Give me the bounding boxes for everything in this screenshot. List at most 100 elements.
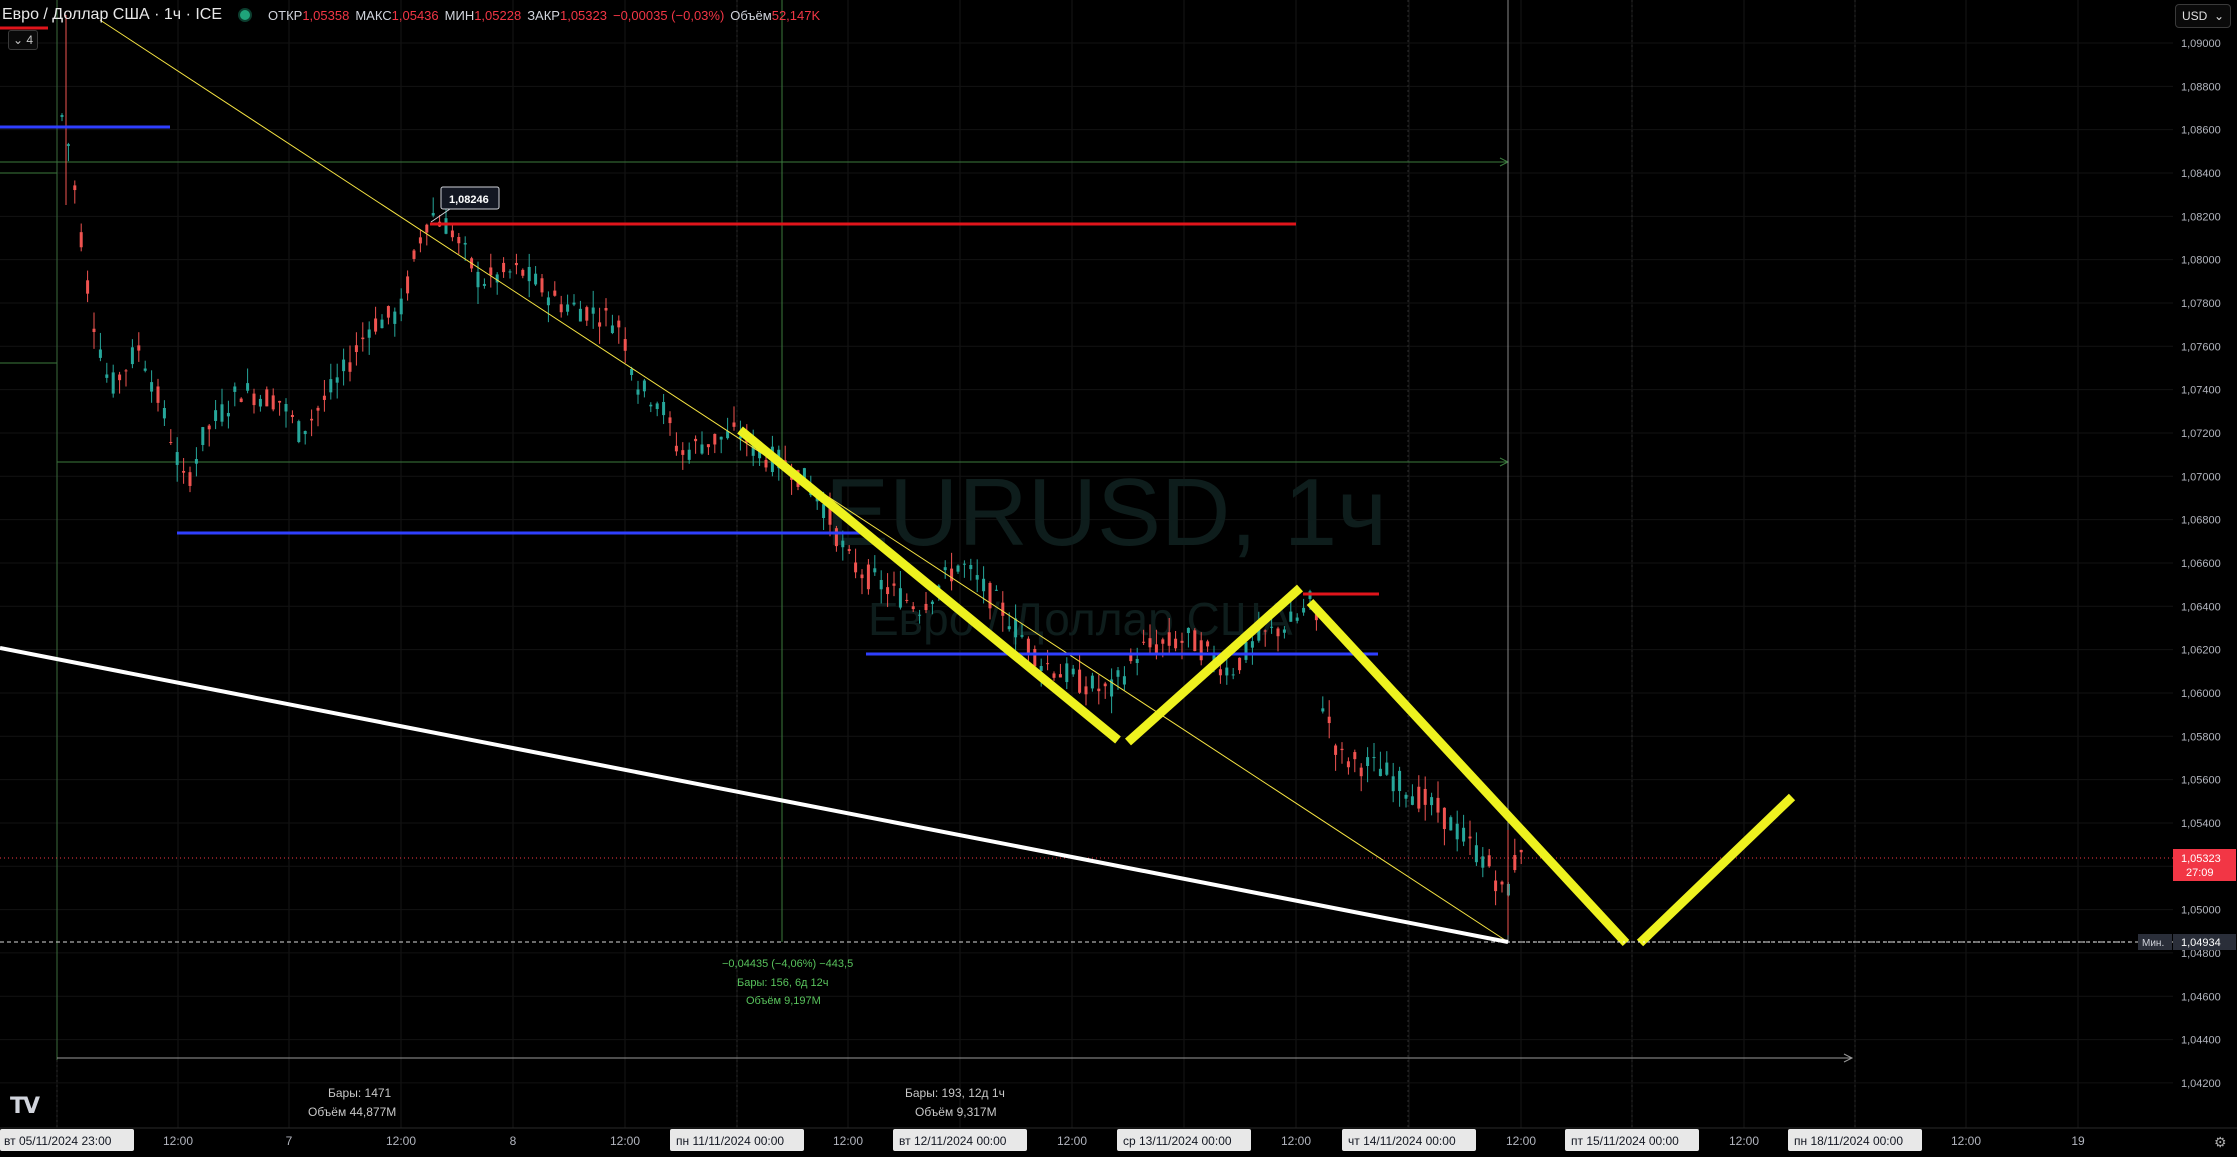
candle-body (1206, 641, 1210, 647)
price-axis[interactable]: 1,09000 1,08800 1,08600 1,08400 1,08200 1,080… (2138, 0, 2237, 1128)
range1-bars: Бары: 1471 (328, 1086, 392, 1100)
measure-change: −0,04435 (−4,06%) −443,5 (722, 958, 853, 970)
price-axis-label: 1,07400 (2181, 385, 2221, 397)
candle-body (834, 528, 838, 547)
close-label: ЗАКР (527, 7, 560, 23)
candle-body (553, 290, 557, 296)
candle-body (150, 382, 154, 392)
candle-body (617, 320, 621, 328)
candle-body (1481, 856, 1485, 868)
candle-body (418, 237, 422, 244)
candle-body (342, 359, 346, 372)
candle-body (1340, 748, 1344, 751)
candle-body (258, 398, 262, 407)
open-label: ОТКР (268, 7, 303, 23)
candle-body (175, 452, 179, 465)
time-axis-label: 12:00 (1057, 1134, 1087, 1148)
candle-body (1346, 761, 1350, 768)
candle-body (156, 386, 160, 403)
candle-body (489, 267, 493, 276)
candle-body (303, 431, 307, 435)
candle-body (79, 232, 83, 248)
candle-body (879, 579, 883, 590)
candle-body (700, 444, 704, 454)
candle-body (1199, 640, 1203, 661)
candle-body (169, 441, 173, 443)
candle-body (406, 276, 410, 294)
low-label: МИН (444, 7, 475, 23)
candle-body (1225, 667, 1229, 676)
candle-body (271, 395, 275, 410)
candle-body (1462, 827, 1466, 842)
candle-body (662, 401, 666, 416)
candle-body (943, 567, 947, 571)
candle-body (278, 400, 282, 403)
candle-body (329, 379, 333, 393)
candle-body (898, 588, 902, 608)
price-axis-label: 1,08600 (2181, 125, 2221, 137)
time-axis-label: 12:00 (610, 1134, 640, 1148)
time-axis[interactable]: вт 05/11/2024 23:00 12:00 7 12:00 8 12:00 пн 1… (0, 1127, 2237, 1157)
candle-body (1020, 635, 1024, 637)
candle-body (1052, 673, 1056, 678)
price-chart[interactable]: EURUSD, 1ч Евро / Доллар США 1,08246 −0,… (0, 0, 2237, 1157)
candle-body (546, 297, 550, 306)
symbol-legend: Евро / Доллар США · 1ч · ICE ОТКР 1,05358… (0, 6, 820, 24)
candle-body (969, 564, 973, 570)
candle-body (1167, 632, 1171, 646)
candle-body (1500, 881, 1504, 885)
candle-body (1174, 638, 1178, 649)
candle-body (578, 308, 582, 322)
candle-body (399, 298, 403, 315)
candle-body (988, 583, 992, 609)
candle-body (604, 308, 608, 311)
indicators-toggle-button[interactable]: ⌄ 4 (8, 30, 38, 50)
candle-body (956, 565, 960, 572)
candle-body (1398, 770, 1402, 792)
candle-body (994, 589, 998, 591)
candle-body (246, 383, 250, 391)
currency-selector[interactable]: USD ⌄ (2175, 4, 2231, 28)
candle-body (706, 444, 710, 448)
market-status-icon[interactable] (238, 8, 253, 22)
time-axis-label: чт 14/11/2024 00:00 (1348, 1134, 1456, 1148)
candle-body (1161, 639, 1165, 644)
time-axis-label: 12:00 (163, 1134, 193, 1148)
candle-body (1359, 767, 1363, 777)
candle-body (508, 271, 512, 273)
time-axis-label: пт 15/11/2024 00:00 (1571, 1134, 1679, 1148)
candle-body (1302, 607, 1306, 613)
candle-body (444, 218, 448, 234)
candle-body (918, 614, 922, 616)
price-axis-label: 1,06600 (2181, 558, 2221, 570)
candle-body (924, 603, 928, 611)
candle-body (1417, 786, 1421, 809)
watermark-description: Евро / Доллар США (868, 593, 1293, 645)
volume-label: Объём (730, 7, 772, 23)
candle-body (1519, 849, 1523, 853)
price-axis-label: 1,04600 (2181, 991, 2221, 1003)
gear-icon[interactable]: ⚙ (2214, 1134, 2227, 1151)
time-axis-label: 19 (2071, 1134, 2085, 1148)
candle-body (1116, 670, 1120, 677)
candle-body (719, 436, 723, 440)
candle-body (105, 374, 109, 378)
candle-body (92, 328, 96, 333)
candle-body (284, 404, 288, 412)
candle-body (687, 449, 691, 460)
candle-body (265, 389, 269, 407)
candle-body (86, 280, 90, 294)
candle-body (1218, 669, 1222, 676)
candle-body (450, 230, 454, 238)
open-value: 1,05358 (302, 7, 350, 23)
symbol-title[interactable]: Евро / Доллар США · 1ч · ICE (2, 6, 222, 24)
candle-body (214, 410, 218, 421)
candle-body (591, 307, 595, 314)
candle-body (60, 115, 64, 117)
candle-body (73, 185, 77, 191)
candle-body (630, 368, 634, 375)
tradingview-logo-icon[interactable]: TV (10, 1094, 40, 1119)
price-axis-label: 1,09000 (2181, 38, 2221, 50)
candle-body (1270, 626, 1274, 628)
candle-body (860, 574, 864, 579)
